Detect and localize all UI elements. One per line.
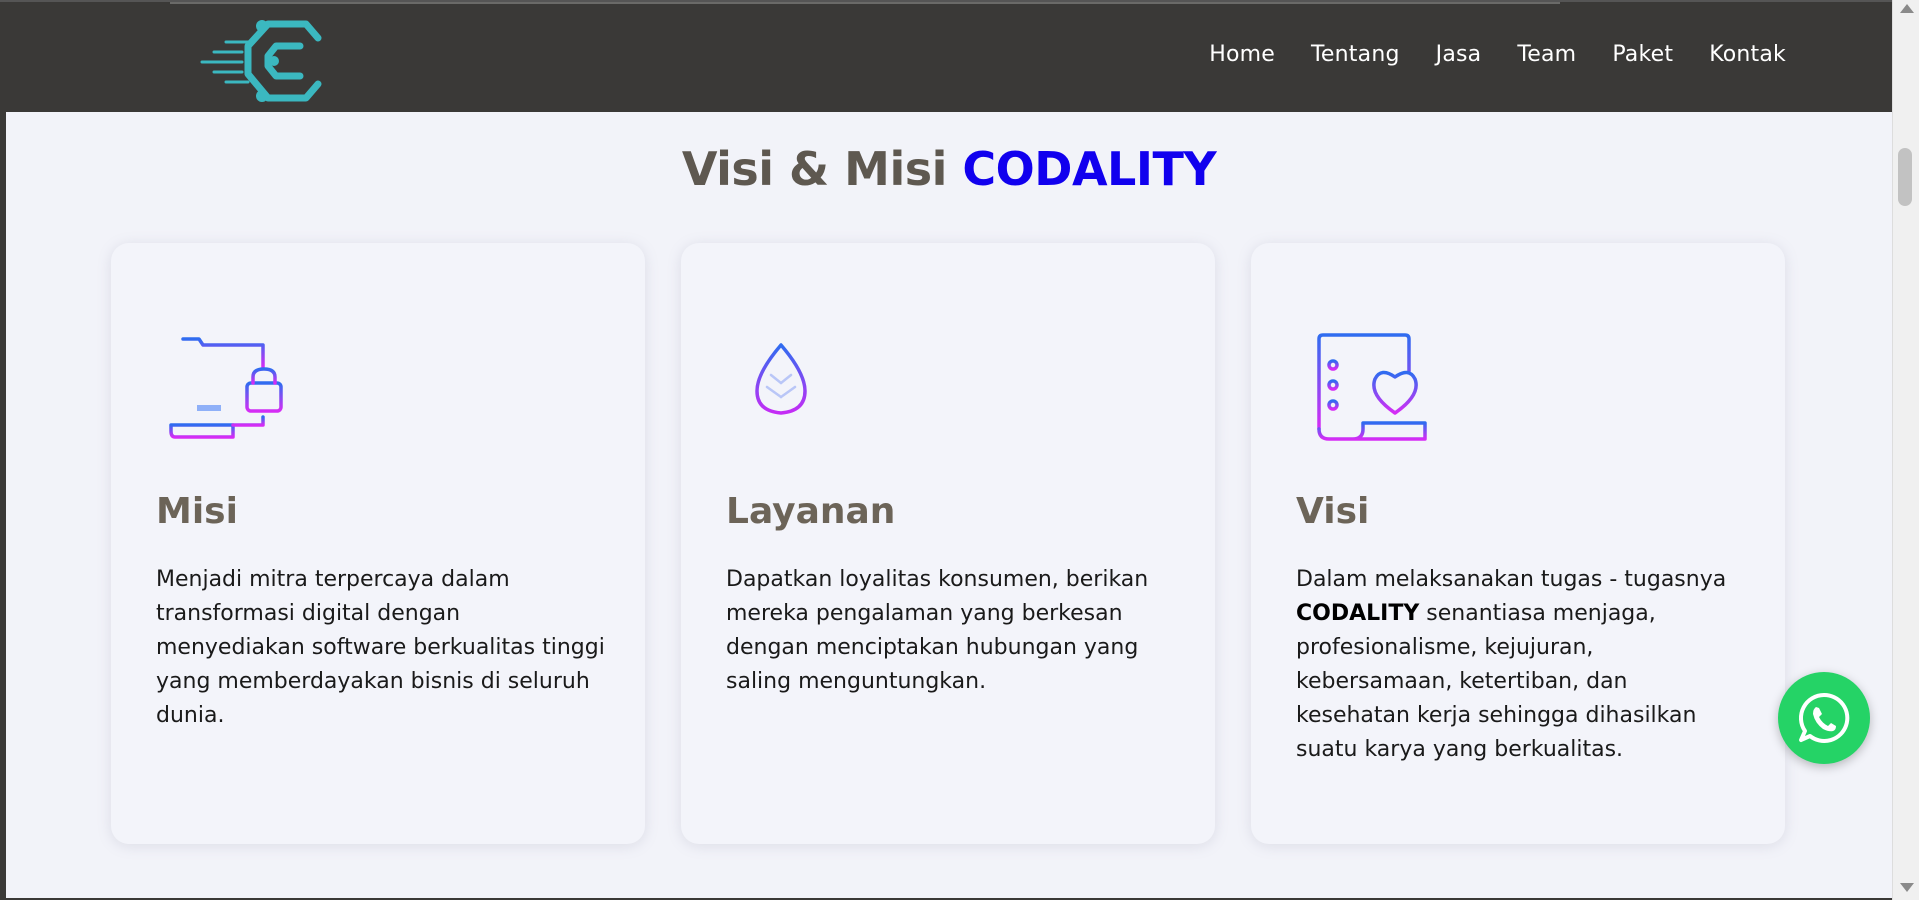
card-text: Menjadi mitra terpercaya dalam transform… bbox=[156, 567, 605, 728]
section-title: Visi & Misi CODALITY bbox=[6, 142, 1892, 196]
nav-jasa[interactable]: Jasa bbox=[1436, 42, 1482, 67]
nav-team[interactable]: Team bbox=[1517, 42, 1576, 67]
section-title-brand: CODALITY bbox=[962, 142, 1217, 196]
nav-home[interactable]: Home bbox=[1209, 42, 1275, 67]
card-layanan: Layanan Dapatkan loyalitas konsumen, ber… bbox=[681, 243, 1215, 844]
card-text: Dalam melaksanakan tugas - tugasnya CODA… bbox=[1296, 563, 1746, 767]
card-visi: Visi Dalam melaksanakan tugas - tugasnya… bbox=[1251, 243, 1785, 844]
visi-misi-section: Visi & Misi CODALITY Misi Menjadi mitra … bbox=[6, 112, 1892, 898]
codality-logo-icon bbox=[200, 20, 322, 102]
card-title: Visi bbox=[1296, 491, 1370, 532]
whatsapp-button[interactable] bbox=[1778, 672, 1870, 764]
navbar: Home Tentang Jasa Team Paket Kontak bbox=[0, 0, 1892, 112]
checklist-heart-icon bbox=[1303, 325, 1433, 455]
document-basket-icon bbox=[163, 325, 293, 455]
leaf-icon bbox=[733, 325, 863, 455]
scroll-down-arrow-icon[interactable] bbox=[1900, 883, 1914, 892]
scrollbar-thumb[interactable] bbox=[1898, 148, 1912, 206]
nav-tentang[interactable]: Tentang bbox=[1311, 42, 1400, 67]
card-text-before: Dalam melaksanakan tugas - tugasnya bbox=[1296, 567, 1727, 592]
nav-links: Home Tentang Jasa Team Paket Kontak bbox=[1209, 42, 1786, 67]
card-text: Dapatkan loyalitas konsumen, berikan mer… bbox=[726, 567, 1149, 694]
vertical-scrollbar[interactable] bbox=[1892, 0, 1919, 900]
card-text-brand: CODALITY bbox=[1296, 601, 1420, 626]
navbar-top-line bbox=[170, 2, 1560, 4]
card-title: Misi bbox=[156, 491, 238, 532]
nav-paket[interactable]: Paket bbox=[1612, 42, 1673, 67]
card-title: Layanan bbox=[726, 491, 896, 532]
nav-kontak[interactable]: Kontak bbox=[1709, 42, 1786, 67]
whatsapp-icon bbox=[1799, 692, 1850, 743]
card-misi: Misi Menjadi mitra terpercaya dalam tran… bbox=[111, 243, 645, 844]
codality-logo[interactable] bbox=[196, 16, 342, 106]
scroll-up-arrow-icon[interactable] bbox=[1900, 4, 1914, 13]
section-title-prefix: Visi & Misi bbox=[681, 142, 948, 196]
